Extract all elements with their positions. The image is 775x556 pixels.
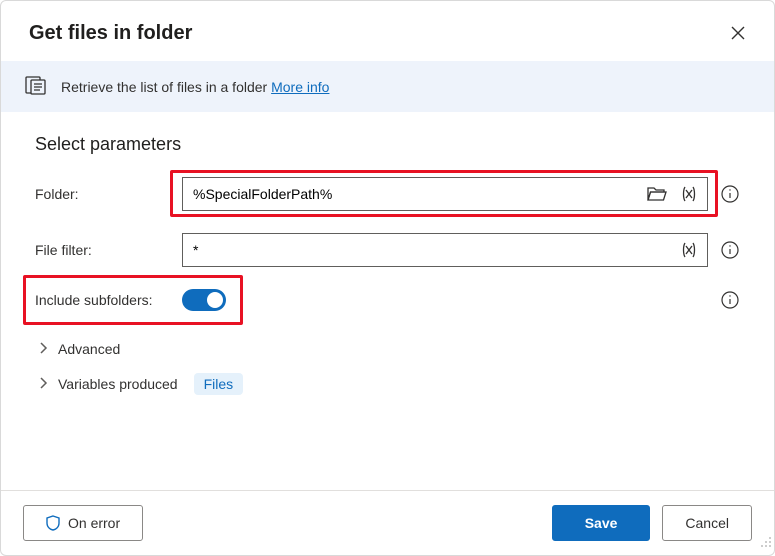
toggle-knob — [207, 292, 223, 308]
save-label: Save — [585, 515, 618, 531]
variable-chip[interactable]: Files — [194, 373, 244, 395]
advanced-expander[interactable]: Advanced — [39, 341, 740, 357]
resize-grip[interactable] — [759, 535, 773, 554]
close-button[interactable] — [724, 19, 752, 47]
chevron-right-icon — [39, 376, 48, 392]
filter-info-button[interactable] — [720, 240, 740, 260]
info-banner: Retrieve the list of files in a folder M… — [1, 61, 774, 112]
close-icon — [731, 26, 745, 40]
info-icon — [721, 291, 739, 309]
advanced-label: Advanced — [58, 341, 120, 357]
filter-input[interactable] — [193, 242, 669, 258]
save-button[interactable]: Save — [552, 505, 651, 541]
folder-info-button[interactable] — [720, 184, 740, 204]
variables-expander[interactable]: Variables produced Files — [39, 373, 740, 395]
browse-folder-button[interactable] — [645, 184, 669, 204]
dialog-title: Get files in folder — [29, 22, 192, 45]
folder-variable-button[interactable] — [677, 184, 701, 204]
folder-open-icon — [647, 186, 667, 202]
folder-input-wrap[interactable] — [182, 177, 708, 211]
include-label: Include subfolders: — [35, 292, 170, 308]
cancel-button[interactable]: Cancel — [662, 505, 752, 541]
cancel-label: Cancel — [685, 515, 729, 531]
folder-input[interactable] — [193, 186, 637, 202]
more-info-link[interactable]: More info — [271, 79, 329, 95]
variable-icon — [679, 242, 699, 258]
filter-input-wrap[interactable] — [182, 233, 708, 267]
banner-text: Retrieve the list of files in a folder — [61, 79, 267, 95]
shield-icon — [46, 515, 60, 531]
variables-label: Variables produced — [58, 376, 178, 392]
info-icon — [721, 185, 739, 203]
resize-icon — [759, 535, 773, 549]
on-error-button[interactable]: On error — [23, 505, 143, 541]
files-icon — [25, 75, 47, 98]
filter-variable-button[interactable] — [677, 240, 701, 260]
filter-label: File filter: — [35, 242, 170, 258]
section-title: Select parameters — [35, 134, 740, 155]
chevron-right-icon — [39, 341, 48, 357]
include-subfolders-toggle[interactable] — [182, 289, 226, 311]
variable-icon — [679, 186, 699, 202]
info-icon — [721, 241, 739, 259]
include-info-button[interactable] — [720, 290, 740, 310]
folder-label: Folder: — [35, 186, 170, 202]
on-error-label: On error — [68, 515, 120, 531]
